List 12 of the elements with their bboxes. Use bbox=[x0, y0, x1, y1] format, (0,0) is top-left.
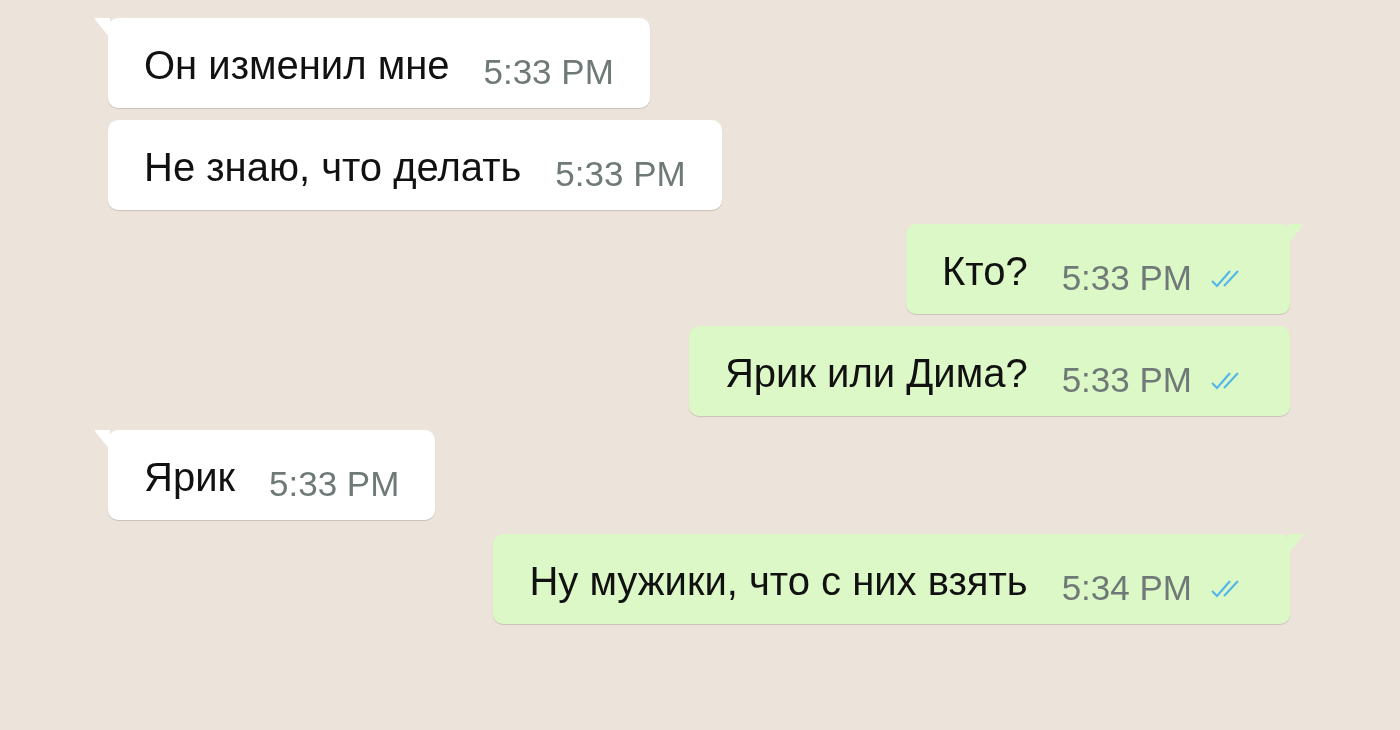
message-text: Ярик bbox=[144, 454, 235, 501]
message-time: 5:33 PM bbox=[269, 463, 400, 505]
message-text: Кто? bbox=[941, 248, 1028, 295]
message-time: 5:33 PM bbox=[483, 51, 614, 93]
message-time: 5:33 PM bbox=[1061, 359, 1192, 401]
message-text: Ну мужики, что с них взять bbox=[529, 558, 1028, 605]
message-text: Не знаю, что делать bbox=[144, 144, 522, 191]
message-text: Ярик или Дима? bbox=[725, 350, 1028, 397]
message-time: 5:33 PM bbox=[555, 153, 686, 195]
message-time: 5:34 PM bbox=[1061, 567, 1192, 609]
message-text: Он изменил мне bbox=[144, 42, 450, 89]
message-time: 5:33 PM bbox=[1061, 257, 1192, 299]
